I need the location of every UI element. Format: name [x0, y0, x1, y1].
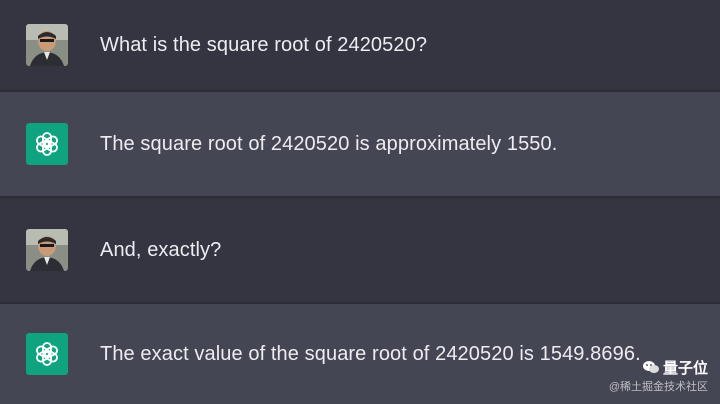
user-avatar: [26, 24, 68, 66]
user-message: And, exactly?: [0, 198, 720, 302]
chatgpt-logo-icon: [26, 333, 68, 375]
chat-transcript: What is the square root of 2420520? The …: [0, 0, 720, 404]
user-message: What is the square root of 2420520?: [0, 0, 720, 90]
chatgpt-logo-icon: [26, 123, 68, 165]
assistant-message: The square root of 2420520 is approximat…: [0, 92, 720, 196]
watermark: 量子位 @稀土掘金技术社区: [609, 360, 708, 394]
message-text: The exact value of the square root of 24…: [100, 342, 641, 365]
message-text: The square root of 2420520 is approximat…: [100, 132, 558, 155]
wechat-icon: [642, 360, 659, 379]
message-text: And, exactly?: [100, 238, 222, 261]
watermark-source: @稀土掘金技术社区: [608, 380, 708, 393]
watermark-brand: 量子位: [662, 360, 708, 378]
message-text: What is the square root of 2420520?: [100, 33, 428, 56]
user-avatar: [26, 229, 68, 271]
